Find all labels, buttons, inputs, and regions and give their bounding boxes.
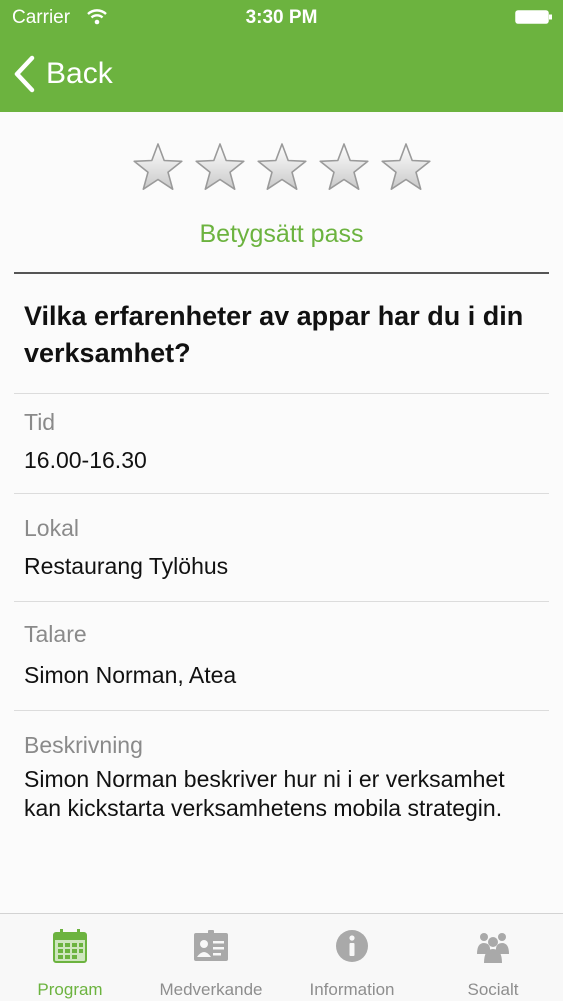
star-icon[interactable] <box>256 142 308 194</box>
star-icon[interactable] <box>132 142 184 194</box>
description-label: Beskrivning <box>24 732 143 758</box>
tab-socialt[interactable]: Socialt <box>423 914 563 1001</box>
tab-socialt-label: Socialt <box>467 980 519 999</box>
calendar-icon <box>53 929 87 963</box>
tab-medverkande-label: Medverkande <box>159 980 263 999</box>
tab-program[interactable]: Program <box>0 914 140 1001</box>
session-title: Vilka erfarenheter av appar har du i din… <box>24 301 524 368</box>
battery-icon <box>515 10 552 24</box>
tab-program-label: Program <box>37 980 103 999</box>
tab-medverkande[interactable]: Medverkande <box>141 914 281 1001</box>
back-button[interactable]: Back <box>12 54 113 94</box>
description-value: Simon Norman beskriver hur ni i er verks… <box>24 766 505 821</box>
tab-bar: Program Medverkande Information Socialt <box>0 913 563 1001</box>
venue-label: Lokal <box>24 515 79 541</box>
header-bar: Carrier 3:30 PM Back <box>0 0 563 112</box>
chevron-left-icon <box>14 55 35 93</box>
info-icon <box>336 930 368 962</box>
people-icon <box>477 933 509 963</box>
divider <box>14 393 549 394</box>
time-label: Tid <box>24 409 56 435</box>
id-card-icon <box>194 930 228 961</box>
session-detail: Betygsätt pass Vilka erfarenheter av app… <box>0 112 563 913</box>
star-icon[interactable] <box>318 142 370 194</box>
divider <box>14 493 549 494</box>
speaker-value: Simon Norman, Atea <box>24 662 237 688</box>
status-bar: Carrier 3:30 PM <box>0 0 563 36</box>
star-rating <box>0 142 563 194</box>
speaker-label: Talare <box>24 621 87 647</box>
divider <box>14 710 549 711</box>
star-icon[interactable] <box>380 142 432 194</box>
star-icon[interactable] <box>194 142 246 194</box>
venue-value: Restaurang Tylöhus <box>24 553 229 579</box>
tab-information-label: Information <box>309 980 395 999</box>
divider <box>14 272 549 274</box>
back-label: Back <box>46 57 113 90</box>
tab-information[interactable]: Information <box>282 914 422 1001</box>
status-time: 3:30 PM <box>245 7 318 28</box>
rate-session-label[interactable]: Betygsätt pass <box>0 220 563 249</box>
time-value: 16.00-16.30 <box>24 447 147 473</box>
divider <box>14 601 549 602</box>
